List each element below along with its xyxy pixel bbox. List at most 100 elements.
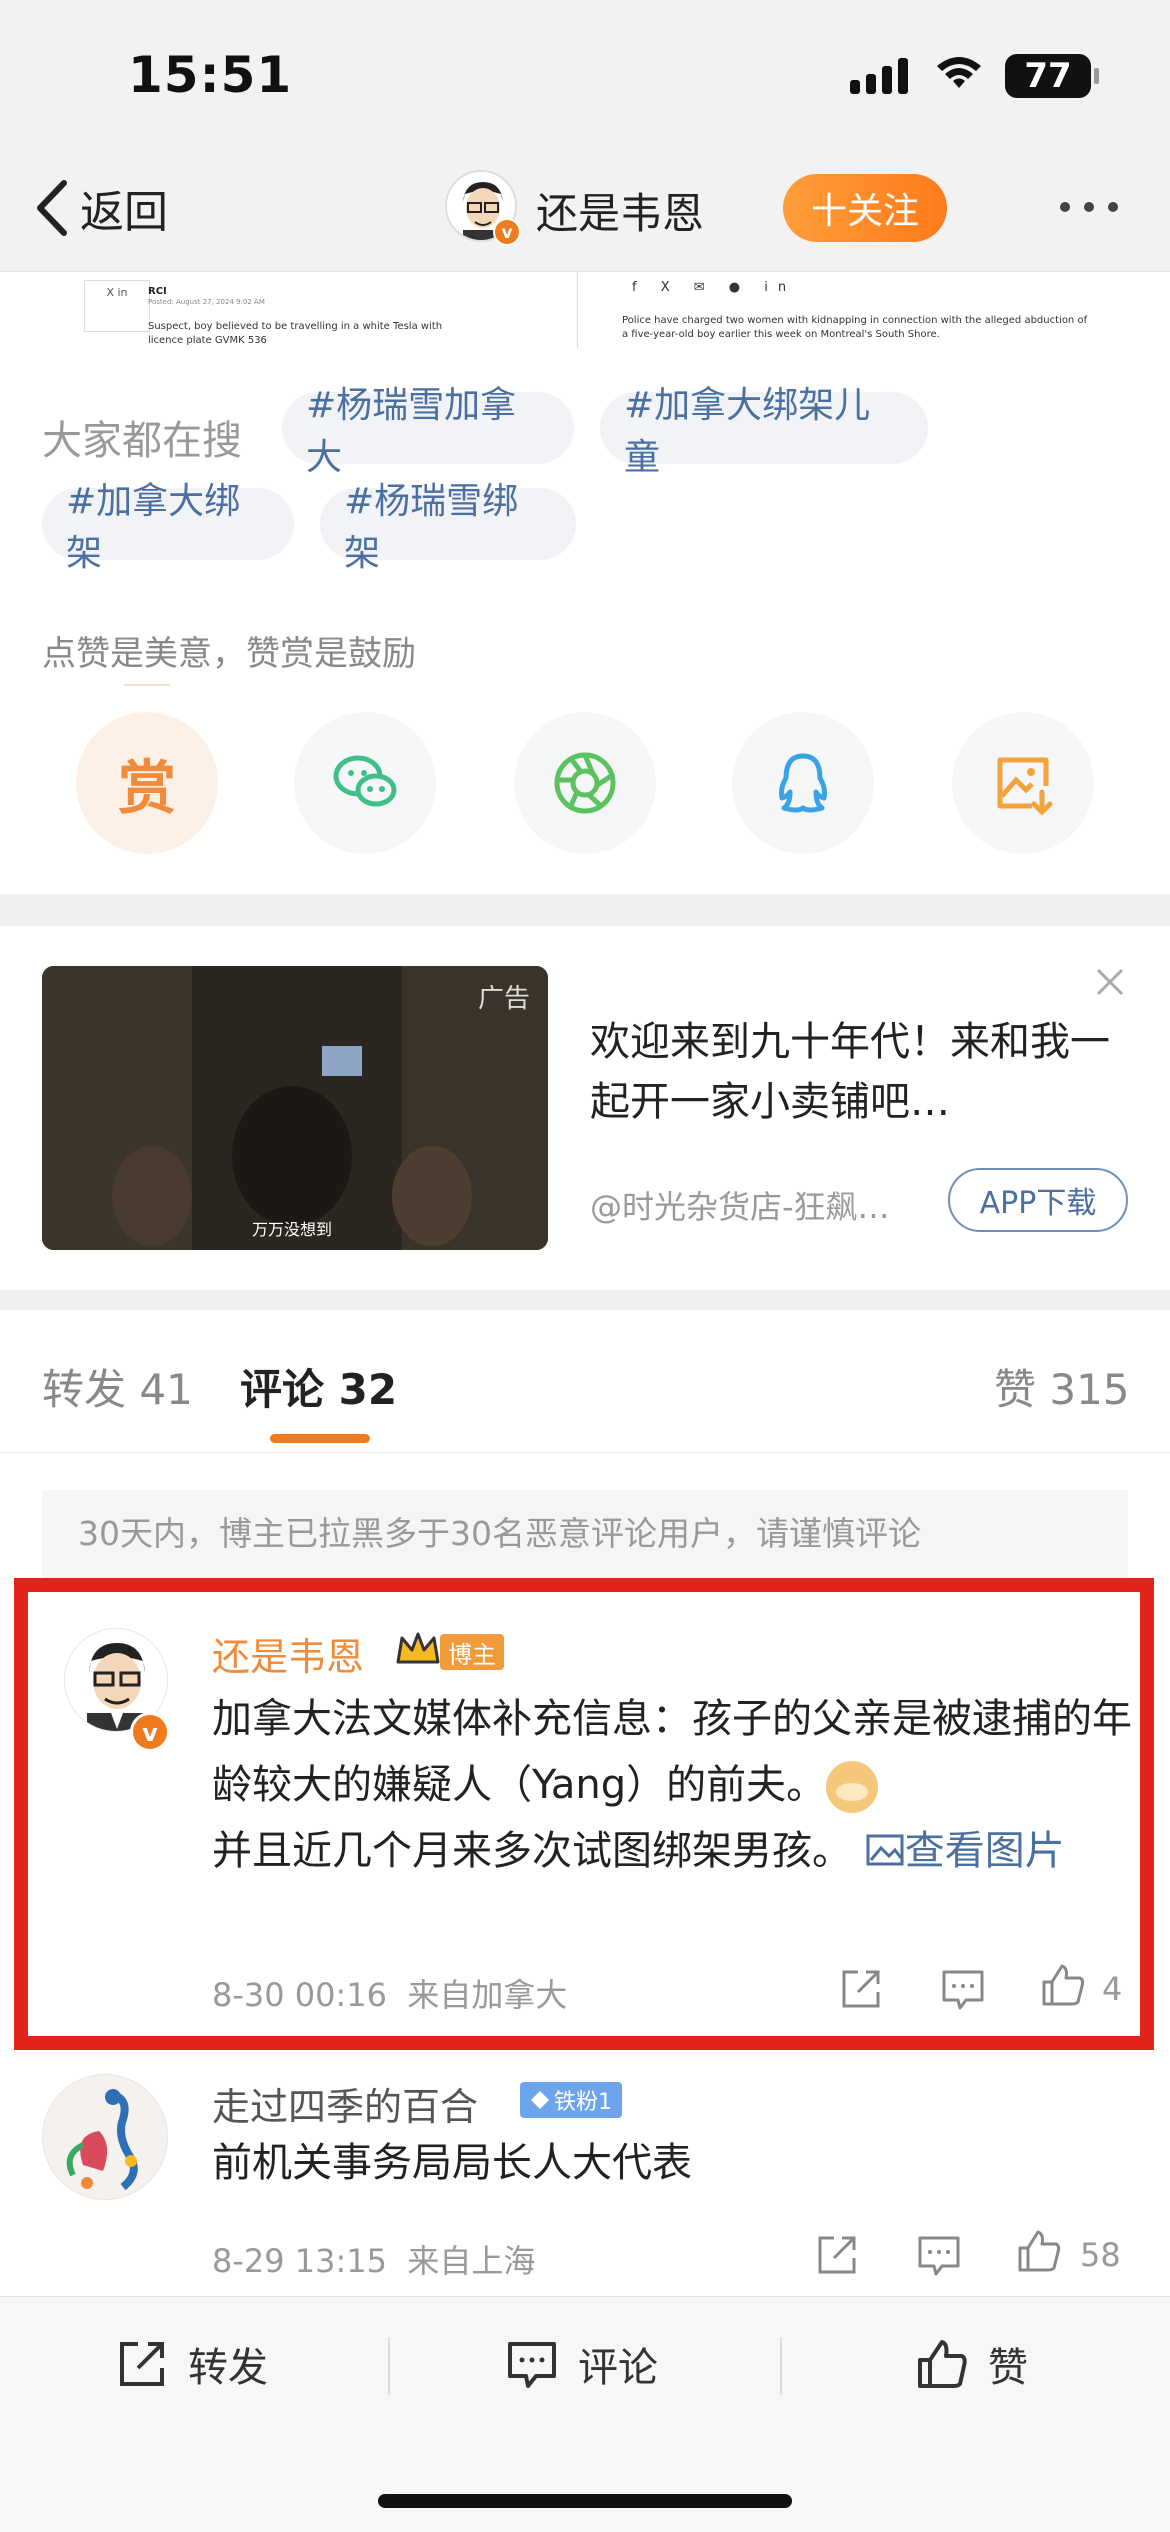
like-icon [918, 2340, 967, 2388]
share-qq-button[interactable] [732, 712, 874, 854]
back-label: 返回 [80, 187, 168, 238]
ad-scene-illustration [42, 966, 548, 1250]
comment-username[interactable]: 还是韦恩 [212, 1626, 364, 1681]
top-nav-bar: 返回 v 还是韦恩 十关注 [0, 150, 1170, 272]
like-count: 4 [1102, 1970, 1123, 2008]
tab-likes[interactable]: 赞 315 [994, 1356, 1130, 1417]
view-image-link[interactable]: 查看图片 [865, 1828, 1065, 1874]
comment-date: 8-30 00:16 [212, 1976, 388, 2014]
search-tag[interactable]: #加拿大绑架儿童 [600, 385, 928, 478]
section-gap [0, 1290, 1170, 1312]
comment-location: 来自上海 [407, 2242, 536, 2280]
ad-tag: 广告 [477, 984, 530, 1014]
repost-icon[interactable] [838, 1966, 884, 2012]
comment-button[interactable]: 评论 [506, 2335, 658, 2393]
app-download-button[interactable]: APP下载 [948, 1168, 1128, 1232]
chevron-left-icon [37, 180, 67, 236]
like-label: 赞 [988, 2345, 1028, 2391]
comment-icon[interactable] [916, 2232, 962, 2278]
ad-title[interactable]: 欢迎来到九十年代！来和我一起开一家小卖铺吧… [590, 1012, 1110, 1132]
divider [388, 2337, 390, 2395]
view-image-label: 查看图片 [904, 1828, 1065, 1874]
close-icon[interactable] [1090, 962, 1130, 1002]
like-button[interactable]: 赞 [916, 2335, 1028, 2393]
article-share-icons: X in [84, 280, 150, 332]
home-indicator [378, 2494, 792, 2508]
more-options-icon[interactable] [1060, 202, 1118, 212]
share-moments-button[interactable] [514, 712, 656, 854]
comment-icon [508, 2342, 556, 2388]
follow-button[interactable]: 十关注 [783, 174, 947, 242]
section-gap [0, 894, 1170, 926]
comment-text: 加拿大法文媒体补充信息：孩子的父亲是被逮捕的年龄较大的嫌疑人（Yang）的前夫。… [212, 1686, 1142, 1884]
status-time: 15:51 [128, 46, 293, 104]
comment-text-part: 并且近几个月来多次试图绑架男孩。 [212, 1828, 852, 1874]
tab-comments[interactable]: 评论 32 [240, 1356, 397, 1417]
article-date: Posted: August 27, 2024 9:02 AM [148, 298, 265, 306]
divider [780, 2337, 782, 2395]
avatar[interactable] [42, 2074, 168, 2200]
back-button[interactable]: 返回 [32, 176, 168, 240]
doge-emoji-icon [826, 1761, 879, 1813]
comment-notice: 30天内，博主已拉黑多于30名恶意评论用户，请谨慎评论 [42, 1490, 1128, 1578]
comment-icon[interactable] [940, 1966, 986, 2012]
comment-label: 评论 [578, 2345, 658, 2391]
active-tab-indicator [270, 1434, 370, 1443]
trending-search-section: 大家都在搜 #杨瑞雪加拿大 #加拿大绑架儿童 #加拿大绑架 #杨瑞雪绑架 [0, 356, 1170, 574]
interaction-tabs: 转发 41 评论 32 赞 315 [0, 1310, 1170, 1450]
comment-username[interactable]: 走过四季的百合 [212, 2076, 478, 2131]
wechat-icon [333, 755, 397, 807]
reward-hint: 点赞是美意，赞赏是鼓励 [42, 634, 416, 674]
comment-date: 8-29 13:15 [212, 2242, 388, 2280]
article-social-icons: f X ✉ ● in [632, 280, 797, 295]
battery-indicator: 77 [1005, 54, 1099, 98]
ad-source[interactable]: @时光杂货店-狂飙… [590, 1182, 930, 1228]
repost-icon[interactable] [814, 2232, 860, 2278]
reward-pointer [124, 684, 170, 686]
owner-badge: 博主 [440, 1634, 504, 1670]
like-icon[interactable] [1016, 2228, 1062, 2274]
author-name[interactable]: 还是韦恩 [536, 180, 704, 241]
moments-icon [554, 752, 616, 814]
wifi-icon [937, 57, 981, 88]
article-source: RCI [148, 286, 167, 297]
peacock-avatar-icon [43, 2075, 167, 2199]
cellular-signal-icon [850, 58, 908, 94]
article-caption-left: Suspect, boy believed to be travelling i… [148, 321, 443, 346]
status-bar: 15:51 77 [0, 0, 1170, 150]
diamond-icon [531, 2091, 549, 2109]
image-icon [866, 1834, 904, 1866]
comment-time: 8-30 00:16 来自加拿大 [212, 1970, 567, 2016]
like-count: 58 [1080, 2236, 1121, 2274]
article-caption-right: Police have charged two women with kidna… [622, 315, 1088, 340]
reward-button[interactable]: 赏 [76, 712, 218, 854]
crown-icon [396, 1632, 440, 1664]
search-tag[interactable]: #加拿大绑架 [42, 481, 294, 574]
save-image-icon [997, 757, 1053, 816]
divider [0, 1452, 1170, 1453]
qq-icon [779, 753, 827, 813]
search-label: 大家都在搜 [42, 418, 242, 464]
ad-image[interactable]: 广告 万万没想到 [42, 966, 548, 1250]
save-image-button[interactable] [952, 712, 1094, 854]
article-divider [577, 272, 578, 348]
repost-icon [120, 2342, 164, 2386]
reward-char: 赏 [117, 754, 176, 822]
article-image-strip[interactable]: X in RCI Posted: August 27, 2024 9:02 AM… [0, 272, 1170, 356]
search-tag[interactable]: #杨瑞雪绑架 [320, 481, 576, 574]
tab-reposts[interactable]: 转发 41 [42, 1356, 193, 1417]
fan-badge: 铁粉1 [520, 2082, 622, 2118]
comment-text: 前机关事务局局长人大代表 [212, 2140, 692, 2186]
ad-image-caption: 万万没想到 [252, 1220, 333, 1239]
repost-button[interactable]: 转发 [116, 2335, 268, 2393]
repost-label: 转发 [188, 2345, 268, 2391]
verified-badge: v [493, 218, 521, 246]
comment-time: 8-29 13:15 来自上海 [212, 2236, 535, 2282]
comment-text-part: 加拿大法文媒体补充信息：孩子的父亲是被逮捕的年龄较大的嫌疑人（Yang）的前夫。 [212, 1696, 1132, 1808]
fan-badge-label: 铁粉1 [554, 2090, 612, 2115]
like-icon[interactable] [1040, 1962, 1086, 2008]
comment-location: 来自加拿大 [407, 1976, 568, 2014]
search-tag[interactable]: #杨瑞雪加拿大 [282, 385, 574, 478]
verified-badge: v [130, 1712, 170, 1752]
share-wechat-button[interactable] [294, 712, 436, 854]
